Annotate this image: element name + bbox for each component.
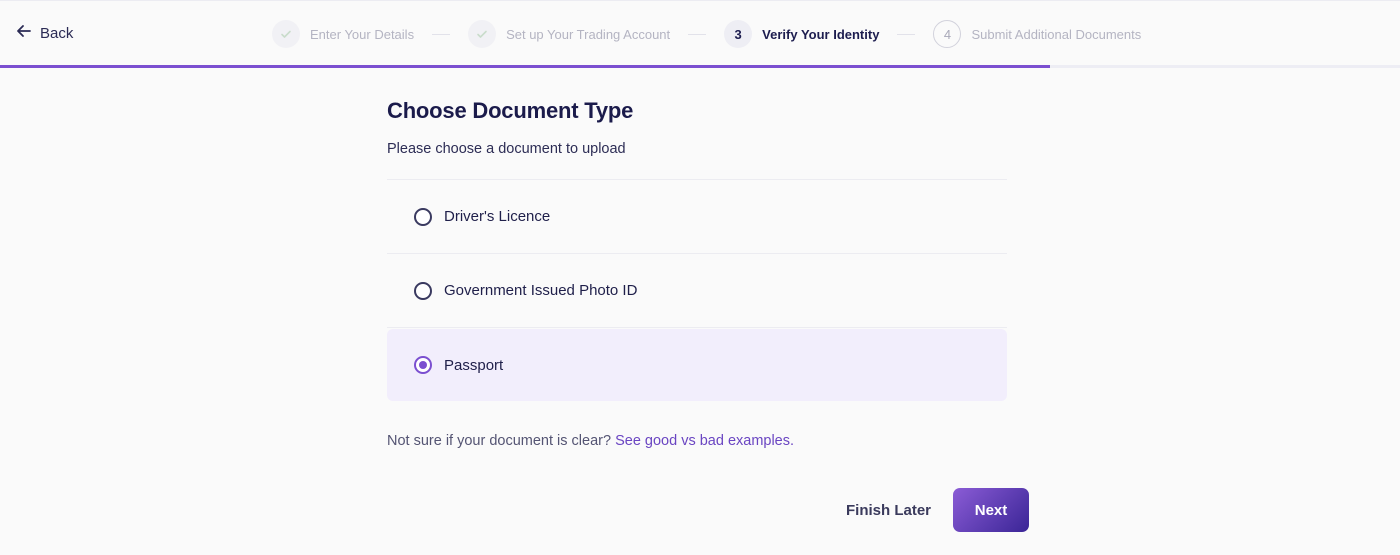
radio-button[interactable] — [414, 281, 432, 300]
option-drivers-licence[interactable]: Driver's Licence — [387, 180, 1007, 254]
helper-question: Not sure if your document is clear? — [387, 433, 612, 449]
step-connector — [688, 33, 707, 35]
option-label: Passport — [444, 356, 504, 374]
finish-later-button[interactable]: Finish Later — [838, 494, 939, 527]
step-enter-details: Enter Your Details — [272, 20, 414, 48]
step-done-check-icon — [272, 20, 300, 48]
next-button[interactable]: Next — [953, 488, 1030, 532]
step-label: Verify Your Identity — [762, 26, 880, 42]
step-connector — [897, 33, 916, 35]
progress-stepper: Enter Your Details Set up Your Trading A… — [272, 19, 1141, 49]
back-button[interactable]: Back — [16, 23, 73, 43]
arrow-left-icon — [16, 23, 32, 43]
page-subtitle: Please choose a document to upload — [387, 141, 626, 157]
top-bar: Back Enter Your Details Set up Your Trad… — [0, 0, 1400, 66]
step-number: 3 — [724, 20, 753, 48]
option-label: Driver's Licence — [444, 208, 551, 225]
option-label: Government Issued Photo ID — [444, 282, 638, 299]
option-government-photo-id[interactable]: Government Issued Photo ID — [387, 254, 1007, 328]
step-number: 4 — [933, 20, 962, 48]
document-type-options: Driver's Licence Government Issued Photo… — [387, 179, 1007, 401]
helper-text: Not sure if your document is clear? See … — [387, 433, 1007, 449]
radio-button[interactable] — [414, 207, 432, 226]
form-actions: Finish Later Next — [838, 488, 1030, 532]
main-content: Choose Document Type Please choose a doc… — [387, 98, 1007, 449]
step-additional-documents: 4 Submit Additional Documents — [933, 20, 1141, 48]
step-label: Set up Your Trading Account — [506, 26, 671, 42]
back-label: Back — [40, 24, 74, 42]
progress-bar — [0, 65, 1400, 68]
radio-button-selected[interactable] — [414, 356, 432, 374]
examples-link[interactable]: See good vs bad examples. — [615, 433, 794, 449]
step-label: Enter Your Details — [310, 26, 415, 42]
progress-bar-fill — [0, 65, 1050, 68]
option-passport[interactable]: Passport — [387, 329, 1007, 401]
step-verify-identity: 3 Verify Your Identity — [724, 20, 879, 48]
step-label: Submit Additional Documents — [971, 26, 1142, 42]
step-connector — [432, 33, 451, 35]
page-title: Choose Document Type — [387, 98, 634, 123]
step-trading-account: Set up Your Trading Account — [468, 20, 670, 48]
step-done-check-icon — [468, 20, 497, 48]
